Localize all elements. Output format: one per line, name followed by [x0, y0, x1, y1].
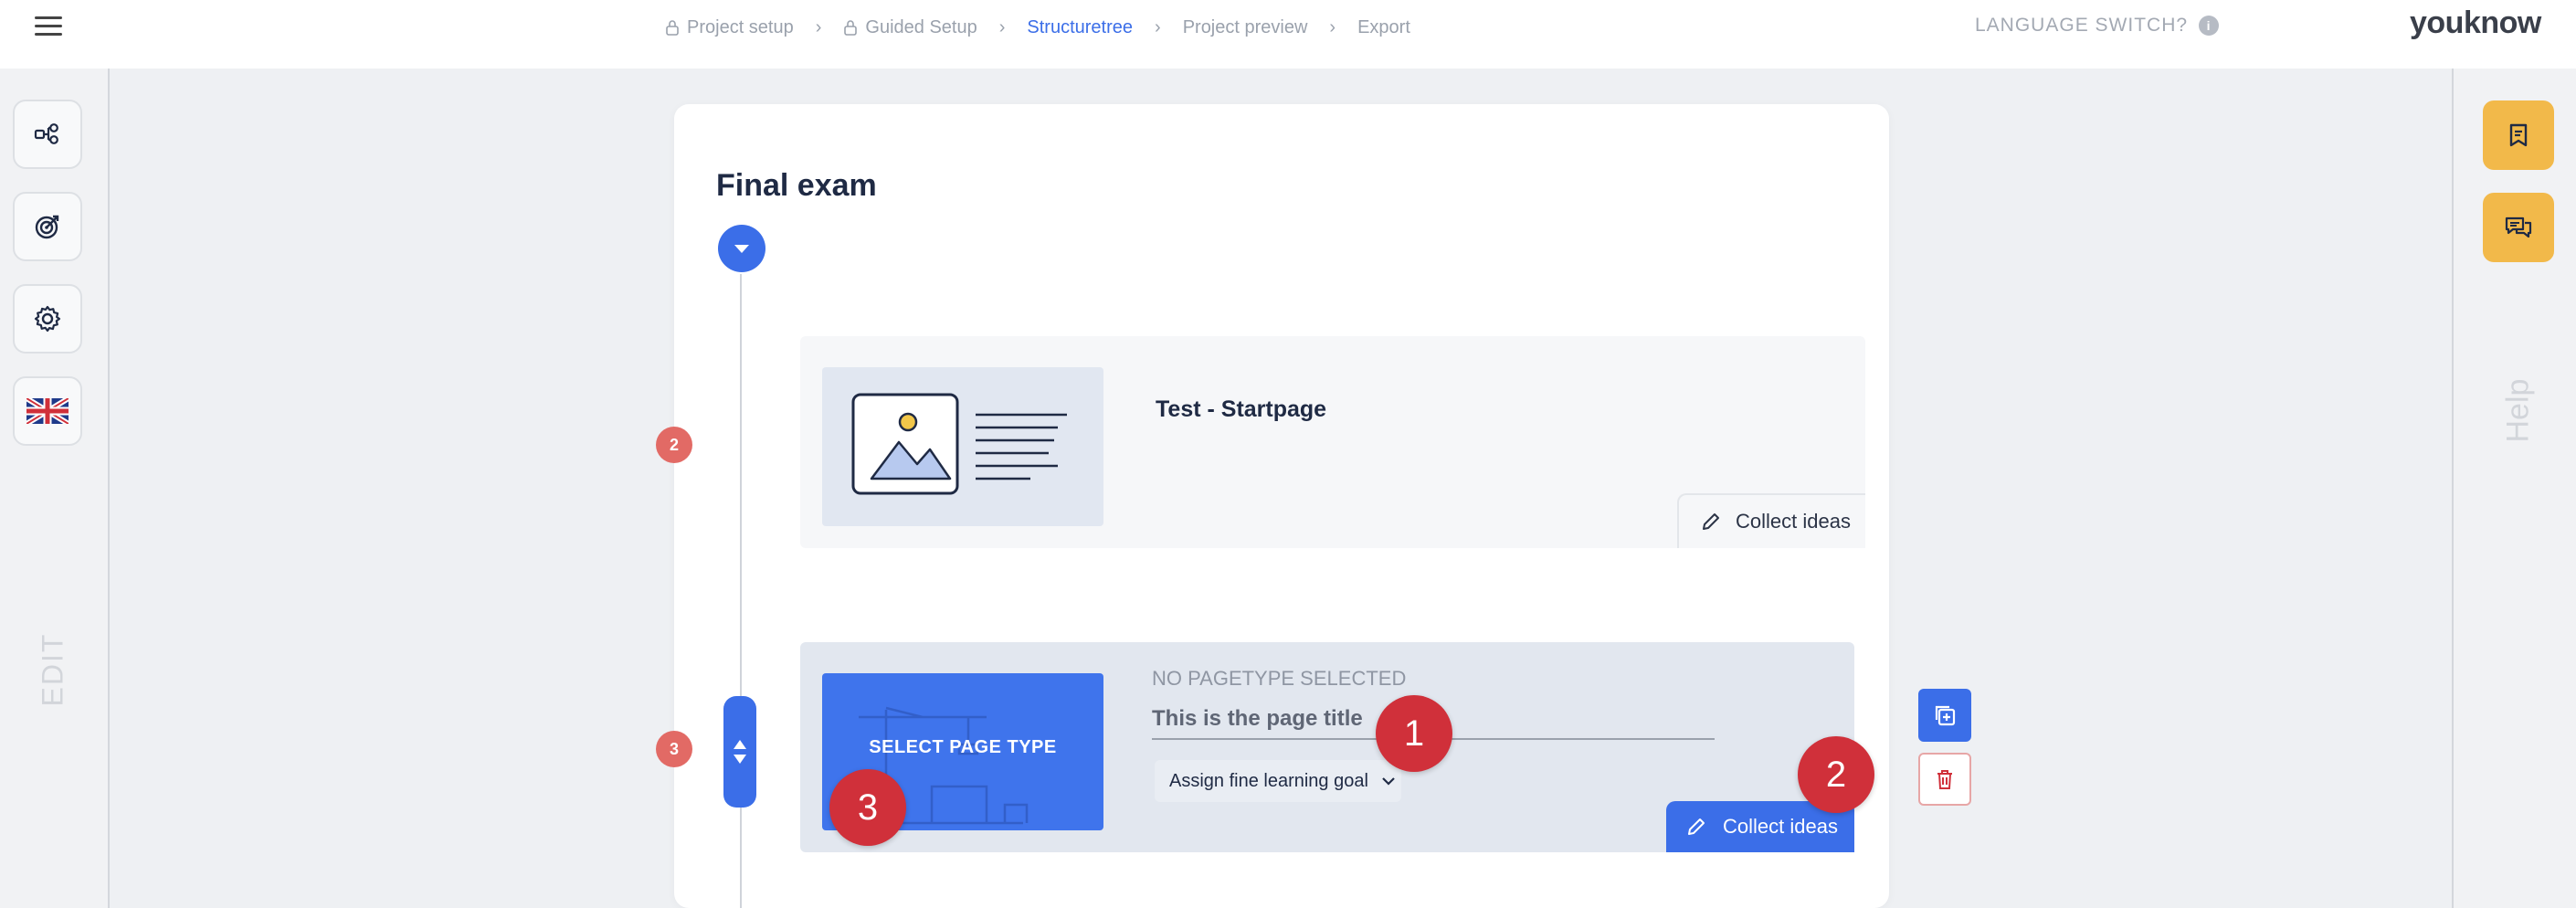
breadcrumb-label: Project setup — [687, 16, 794, 37]
caret-down-icon — [734, 245, 749, 253]
select-page-type-label: SELECT PAGE TYPE — [869, 737, 1057, 757]
image-text-icon — [851, 393, 1067, 495]
language-switch-label: LANGUAGE SWITCH? — [1975, 15, 2189, 36]
duplicate-button[interactable] — [1918, 689, 1971, 742]
language-button[interactable] — [13, 376, 82, 446]
collect-ideas-label: Collect ideas — [1723, 815, 1838, 838]
chevron-right-icon: › — [1329, 16, 1336, 37]
chevron-down-icon — [1382, 777, 1395, 786]
breadcrumb-export[interactable]: Export — [1357, 17, 1410, 38]
structure-button[interactable] — [13, 100, 82, 169]
help-label: Help — [2500, 378, 2536, 443]
sort-icon — [734, 740, 746, 764]
no-pagetype-label: NO PAGETYPE SELECTED — [1152, 667, 1407, 690]
breadcrumb-label: Project preview — [1182, 16, 1308, 37]
breadcrumb: Project setup › Guided Setup › Structure… — [665, 13, 1410, 42]
breadcrumb-project-preview[interactable]: Project preview — [1183, 17, 1308, 38]
breadcrumb-structuretree[interactable]: Structuretree — [1027, 17, 1133, 38]
notes-button[interactable] — [2483, 100, 2554, 170]
pencil-icon — [1688, 818, 1705, 835]
info-icon[interactable]: i — [2199, 16, 2220, 36]
page-number-badge: 2 — [656, 427, 692, 463]
lock-icon — [844, 20, 858, 36]
assign-goal-label: Assign fine learning goal — [1169, 770, 1368, 791]
bookmark-icon — [2509, 123, 2528, 147]
breadcrumb-label: Structuretree — [1027, 16, 1134, 37]
collect-ideas-button[interactable]: Collect ideas — [1677, 493, 1865, 548]
collapse-button[interactable] — [718, 225, 765, 272]
pencil-icon — [1703, 513, 1719, 530]
gear-icon — [34, 305, 61, 333]
trash-icon — [1937, 770, 1952, 789]
page-name: Test - Startpage — [1156, 396, 1327, 422]
left-sidebar: EDIT — [0, 69, 110, 908]
page-thumbnail[interactable] — [822, 367, 1103, 526]
lock-icon — [666, 20, 679, 36]
page-number-badge: 3 — [656, 731, 692, 767]
annotation-marker: 3 — [829, 769, 906, 846]
top-bar: Project setup › Guided Setup › Structure… — [0, 0, 2576, 69]
comments-button[interactable] — [2483, 193, 2554, 262]
drag-handle[interactable] — [723, 696, 756, 808]
breadcrumb-label: Guided Setup — [865, 16, 977, 37]
menu-icon[interactable] — [35, 16, 62, 37]
annotation-marker: 1 — [1376, 695, 1452, 772]
language-switch[interactable]: LANGUAGE SWITCH? i — [1975, 15, 2220, 37]
chevron-right-icon: › — [815, 16, 822, 37]
edit-label: EDIT — [36, 632, 69, 707]
annotation-marker: 2 — [1798, 736, 1874, 813]
right-sidebar — [2452, 69, 2576, 908]
settings-button[interactable] — [13, 284, 82, 354]
uk-flag-icon — [26, 398, 69, 424]
page-title: Final exam — [716, 168, 877, 203]
collect-ideas-label: Collect ideas — [1736, 510, 1851, 533]
chevron-right-icon: › — [998, 16, 1006, 37]
tree-line — [740, 274, 742, 908]
chat-icon — [2505, 216, 2532, 238]
structure-icon — [34, 123, 58, 144]
target-button[interactable] — [13, 192, 82, 261]
assign-goal-dropdown[interactable]: Assign fine learning goal — [1155, 760, 1401, 802]
breadcrumb-label: Export — [1357, 16, 1410, 37]
target-icon — [35, 215, 59, 239]
breadcrumb-project-setup[interactable]: Project setup — [665, 17, 794, 38]
duplicate-icon — [1935, 705, 1956, 726]
logo: youknow — [2410, 5, 2541, 40]
breadcrumb-guided-setup[interactable]: Guided Setup — [843, 17, 977, 38]
chevron-right-icon: › — [1155, 16, 1161, 37]
delete-button[interactable] — [1918, 753, 1971, 806]
